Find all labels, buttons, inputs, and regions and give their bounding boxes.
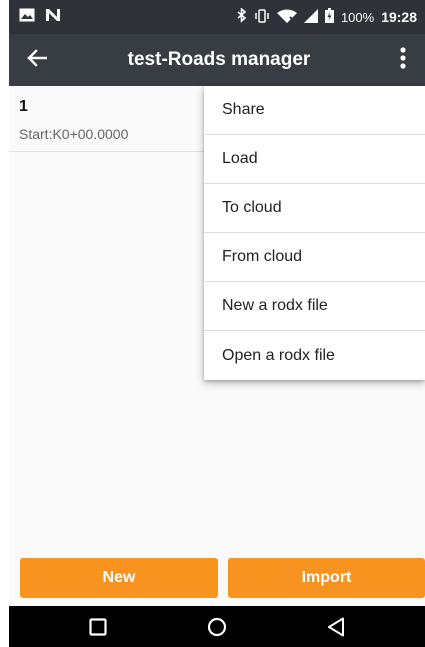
bluetooth-icon [237, 7, 247, 26]
menu-item-from-cloud[interactable]: From cloud [204, 233, 425, 282]
status-bar: 100% 19:28 [9, 0, 425, 34]
bottom-button-bar: New Import [9, 558, 425, 606]
back-button[interactable] [9, 34, 65, 86]
home-icon[interactable] [187, 606, 247, 647]
battery-icon [324, 8, 334, 26]
signal-icon [303, 8, 318, 26]
app-bar: test-Roads manager [9, 34, 425, 86]
overflow-menu: Share Load To cloud From cloud New a rod… [204, 86, 425, 380]
overflow-menu-icon [400, 46, 406, 74]
status-right-icons: 100% 19:28 [237, 7, 417, 26]
vibrate-icon [254, 8, 270, 26]
wifi-icon [276, 9, 297, 26]
recents-icon[interactable] [68, 606, 128, 647]
status-time: 19:28 [381, 9, 417, 25]
status-left-icons [19, 8, 61, 27]
menu-item-load[interactable]: Load [204, 135, 425, 184]
import-button[interactable]: Import [228, 558, 425, 598]
image-icon [19, 8, 35, 27]
screen: 100% 19:28 test-Roads manager 1 Start:K0… [9, 0, 425, 647]
page-title: test-Roads manager [127, 49, 311, 70]
overflow-menu-button[interactable] [381, 34, 425, 86]
system-nav-bar [9, 606, 425, 647]
new-button[interactable]: New [20, 558, 218, 598]
back-arrow-icon [27, 48, 48, 72]
menu-item-to-cloud[interactable]: To cloud [204, 184, 425, 233]
back-icon[interactable] [306, 606, 366, 647]
menu-item-share[interactable]: Share [204, 86, 425, 135]
battery-percent: 100% [340, 9, 375, 25]
n-notification-icon [45, 8, 61, 27]
menu-item-open-rodx-file[interactable]: Open a rodx file [204, 331, 425, 380]
menu-item-new-rodx-file[interactable]: New a rodx file [204, 282, 425, 331]
